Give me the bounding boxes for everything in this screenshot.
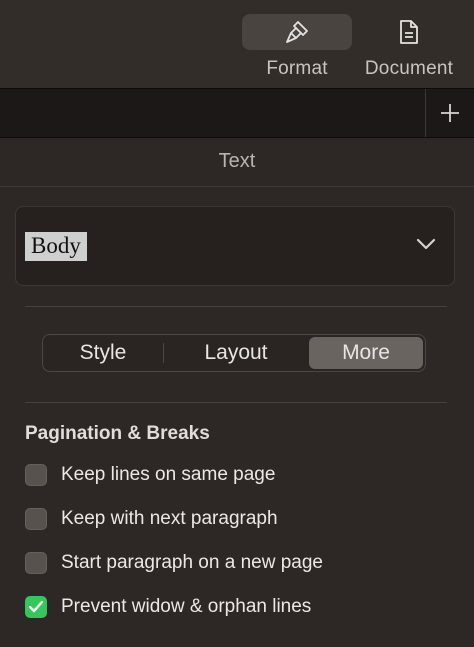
keep-lines-label: Keep lines on same page bbox=[61, 464, 276, 485]
add-tab-button[interactable] bbox=[426, 89, 474, 137]
keep-lines-checkbox[interactable] bbox=[25, 464, 47, 486]
section-title: Pagination & Breaks bbox=[25, 423, 210, 444]
keep-with-next-checkbox[interactable] bbox=[25, 508, 47, 530]
segment-separator bbox=[163, 343, 164, 363]
tab-strip bbox=[0, 88, 474, 138]
prevent-widow-checkbox[interactable] bbox=[25, 596, 47, 618]
prevent-widow-option[interactable]: Prevent widow & orphan lines bbox=[25, 594, 311, 620]
toolbar: Format Document bbox=[0, 0, 474, 88]
format-button[interactable]: Format bbox=[242, 14, 352, 80]
document-label: Document bbox=[364, 58, 454, 79]
start-new-page-option[interactable]: Start paragraph on a new page bbox=[25, 550, 323, 576]
chevron-down-icon bbox=[416, 238, 436, 250]
keep-with-next-option[interactable]: Keep with next paragraph bbox=[25, 506, 278, 532]
keep-lines-option[interactable]: Keep lines on same page bbox=[25, 462, 275, 488]
panel-title: Text bbox=[218, 150, 256, 172]
plus-icon bbox=[441, 104, 459, 122]
divider bbox=[25, 402, 447, 403]
keep-with-next-label: Keep with next paragraph bbox=[61, 508, 278, 529]
divider bbox=[0, 186, 474, 187]
format-label: Format bbox=[266, 58, 328, 79]
start-new-page-checkbox[interactable] bbox=[25, 552, 47, 574]
segmented-control: Style Layout More bbox=[42, 334, 426, 372]
start-new-page-label: Start paragraph on a new page bbox=[61, 552, 323, 573]
tab-layout[interactable]: Layout bbox=[165, 337, 307, 369]
tab-more[interactable]: More bbox=[309, 337, 423, 369]
paintbrush-icon bbox=[286, 21, 308, 43]
document-icon bbox=[400, 20, 418, 44]
tab-style[interactable]: Style bbox=[43, 337, 163, 369]
paragraph-style-name: Body bbox=[25, 232, 87, 261]
divider bbox=[25, 306, 447, 307]
checkmark-icon bbox=[28, 600, 44, 613]
paragraph-style-popup[interactable]: Body bbox=[15, 206, 455, 286]
prevent-widow-label: Prevent widow & orphan lines bbox=[61, 596, 312, 617]
document-button[interactable]: Document bbox=[354, 14, 464, 80]
